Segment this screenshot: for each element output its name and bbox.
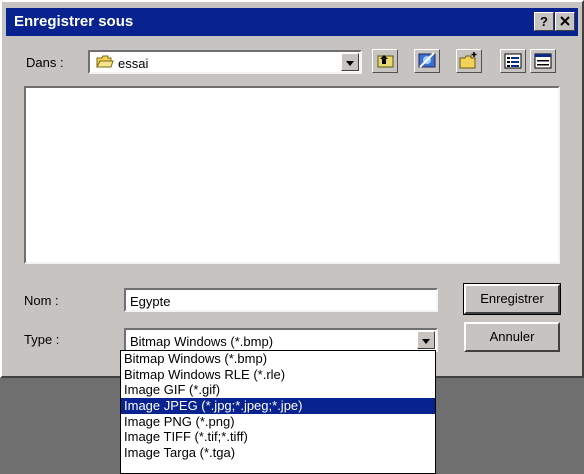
filename-label: Nom : <box>24 293 59 308</box>
up-one-level-button[interactable] <box>372 49 398 73</box>
filetype-option[interactable]: Image GIF (*.gif) <box>121 382 435 398</box>
details-view-icon <box>534 53 552 69</box>
location-label: Dans : <box>26 55 64 70</box>
filetype-select[interactable]: Bitmap Windows (*.bmp) <box>124 328 438 352</box>
new-folder-icon <box>459 52 477 69</box>
list-view-button[interactable] <box>500 49 526 73</box>
desktop-button[interactable] <box>414 49 440 73</box>
save-button[interactable]: Enregistrer <box>463 283 561 315</box>
location-value: essai <box>118 56 149 71</box>
filetype-label: Type : <box>24 332 60 347</box>
title-bar[interactable]: Enregistrer sous ? <box>6 8 578 36</box>
details-view-button[interactable] <box>530 49 556 73</box>
cancel-button[interactable]: Annuler <box>464 322 560 352</box>
filetype-option[interactable]: Image PNG (*.png) <box>121 414 435 430</box>
window-title: Enregistrer sous <box>14 13 134 30</box>
folder-icon <box>96 55 114 68</box>
list-view-icon <box>504 53 522 69</box>
filetype-option[interactable]: Image Targa (*.tga) <box>121 445 435 461</box>
new-folder-button[interactable] <box>456 49 482 73</box>
desktop-icon <box>418 52 436 68</box>
filetype-option[interactable]: Image TIFF (*.tif;*.tiff) <box>121 429 435 445</box>
save-as-dialog: Enregistrer sous ? Dans : essai Nom: Eg… <box>0 0 584 378</box>
filetype-dropdown-button[interactable] <box>417 331 435 349</box>
filetype-option-selected[interactable]: Image JPEG (*.jpg;*.jpeg;*.jpe) <box>121 398 435 414</box>
close-button[interactable] <box>555 12 575 31</box>
filetype-option[interactable]: Bitmap Windows RLE (*.rle) <box>121 367 435 383</box>
filetype-dropdown-list[interactable]: Bitmap Windows (*.bmp) Bitmap Windows RL… <box>120 350 436 474</box>
filetype-value: Bitmap Windows (*.bmp) <box>130 334 274 349</box>
close-icon <box>560 16 570 26</box>
filetype-option[interactable]: Bitmap Windows (*.bmp) <box>121 351 435 367</box>
filename-input[interactable]: Egypte <box>124 288 438 312</box>
up-one-level-icon <box>377 55 394 68</box>
location-dropdown-button[interactable] <box>341 53 359 71</box>
location-combo[interactable]: essai <box>88 50 362 74</box>
file-list[interactable] <box>24 86 560 264</box>
filename-value: Egypte <box>130 294 171 309</box>
help-button[interactable]: ? <box>534 12 554 31</box>
